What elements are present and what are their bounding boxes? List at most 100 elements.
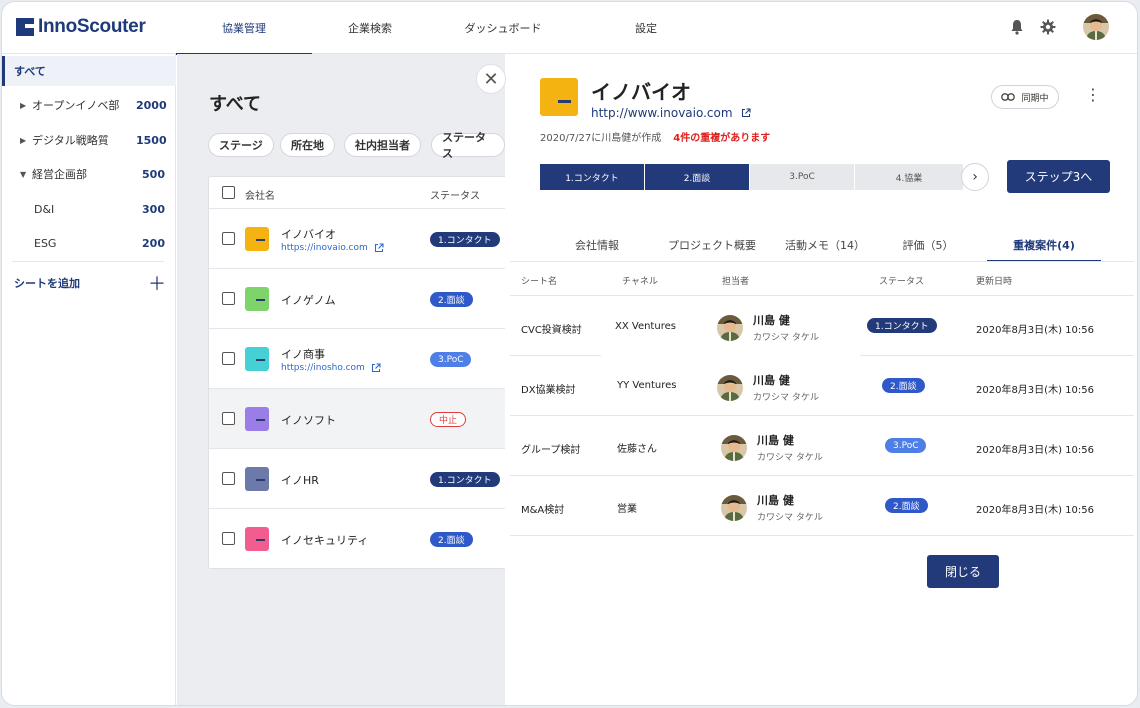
table-row[interactable]: イノセキュリティ 2.面談 — [209, 509, 507, 568]
select-all-checkbox[interactable] — [222, 186, 235, 199]
company-name[interactable]: イノバイオ — [281, 226, 336, 242]
owner: 川島 健カワシマ タケル — [721, 432, 823, 463]
duplicate-warning[interactable]: 4件の重複があります — [673, 129, 770, 144]
company-url[interactable]: https://inovaio.com — [281, 243, 368, 253]
table-row[interactable]: イノバイオ https://inovaio.com 1.コンタクト — [209, 209, 507, 269]
row-checkbox[interactable] — [222, 232, 235, 245]
step-collaboration[interactable]: 4.協業 — [855, 164, 963, 190]
caret-right-icon[interactable]: ▶ — [20, 136, 32, 145]
channel: 営業 — [617, 504, 637, 515]
row-checkbox[interactable] — [222, 352, 235, 365]
tab-duplicates[interactable]: 重複案件(4) — [987, 228, 1101, 262]
nav-tab-company-search[interactable]: 企業検索 — [312, 2, 428, 54]
company-website-link[interactable]: http://www.inovaio.com — [591, 106, 751, 120]
link-icon — [1001, 93, 1016, 101]
table-row[interactable]: イノゲノム 2.面談 — [209, 269, 507, 329]
company-url-link[interactable]: https://inosho.com — [281, 363, 381, 373]
step-contact[interactable]: 1.コンタクト — [540, 164, 644, 190]
company-detail-panel: イノバイオ http://www.inovaio.com 2020/7/27に川… — [505, 54, 1137, 705]
add-sheet-label: シートを追加 — [14, 277, 80, 290]
avatar — [721, 495, 747, 521]
company-name[interactable]: イノソフト — [281, 412, 336, 428]
updated-at: 2020年8月3日(木) 10:56 — [976, 445, 1094, 456]
nav-tab-dashboard[interactable]: ダッシュボード — [428, 2, 578, 54]
filter-owner[interactable]: 社内担当者 — [344, 133, 421, 157]
step-poc[interactable]: 3.PoC — [750, 164, 854, 190]
step-meeting[interactable]: 2.面談 — [645, 164, 749, 190]
app-logo[interactable]: InnoScouter — [16, 16, 146, 38]
tab-divider — [510, 261, 1134, 262]
owner: 川島 健カワシマ タケル — [717, 312, 819, 343]
company-url-link[interactable]: https://inovaio.com — [281, 243, 384, 253]
table-row[interactable]: DX協業検討 YY Ventures 川島 健カワシマ タケル 2.面談 202… — [510, 356, 1134, 416]
table-row[interactable]: M&A検討 営業 川島 健カワシマ タケル 2.面談 2020年8月3日(木) … — [510, 476, 1134, 536]
gear-icon[interactable] — [1037, 16, 1059, 38]
sidebar-item-count: 200 — [142, 236, 165, 250]
add-sheet-button[interactable]: シートを追加 ＋ — [14, 270, 166, 296]
caret-down-icon[interactable]: ▼ — [20, 170, 32, 179]
stage-progress: 1.コンタクト 2.面談 3.PoC 4.協業 — [540, 164, 963, 190]
plus-icon[interactable]: ＋ — [148, 270, 166, 296]
sidebar-item-label: ESG — [34, 236, 57, 250]
external-link-icon — [741, 108, 751, 118]
nav-tab-settings[interactable]: 設定 — [578, 2, 714, 54]
tab-activity-notes[interactable]: 活動メモ（14） — [775, 228, 875, 262]
company-name[interactable]: イノ商事 — [281, 346, 325, 362]
company-title: イノバイオ — [591, 80, 691, 104]
table-row[interactable]: グループ検討 佐藤さん 川島 健カワシマ タケル 3.PoC 2020年8月3日… — [510, 416, 1134, 476]
chevron-right-icon[interactable]: › — [961, 163, 989, 191]
company-name[interactable]: イノセキュリティ — [281, 532, 368, 548]
table-row[interactable]: イノHR 1.コンタクト — [209, 449, 507, 509]
nav-tab-collaboration[interactable]: 協業管理 — [176, 2, 312, 55]
sheet-name: DX協業検討 — [521, 385, 576, 396]
close-button[interactable]: 閉じる — [927, 555, 999, 588]
table-row[interactable]: イノ商事 https://inosho.com 3.PoC — [209, 329, 507, 389]
tab-company-info[interactable]: 会社情報 — [547, 228, 647, 262]
company-table: 会社名 ステータス イノバイオ https://inovaio.com 1.コン… — [208, 176, 508, 569]
tab-project-overview[interactable]: プロジェクト概要 — [657, 228, 767, 262]
more-options-icon[interactable]: ⋮ — [1085, 87, 1101, 103]
owner-name: 川島 健 — [753, 314, 790, 327]
sidebar-item-label: D&I — [34, 202, 55, 216]
status-badge: 1.コンタクト — [430, 472, 500, 487]
sidebar-item-dni[interactable]: D&I 300 — [2, 194, 176, 224]
close-icon[interactable]: ✕ — [476, 64, 506, 94]
owner-kana: カワシマ タケル — [753, 393, 819, 403]
filter-stage[interactable]: ステージ — [208, 133, 274, 157]
row-checkbox[interactable] — [222, 292, 235, 305]
tab-evaluation[interactable]: 評価（5） — [883, 228, 973, 262]
row-checkbox[interactable] — [222, 412, 235, 425]
row-checkbox[interactable] — [222, 472, 235, 485]
status-badge: 1.コンタクト — [867, 318, 937, 333]
sidebar-item-open-innovation[interactable]: ▶ オープンイノベ部 2000 — [2, 90, 176, 120]
company-logo — [245, 527, 269, 551]
company-logo — [245, 287, 269, 311]
column-status: ステータス — [430, 191, 480, 202]
caret-right-icon[interactable]: ▶ — [20, 101, 32, 110]
sidebar-item-count: 2000 — [136, 98, 167, 112]
company-url[interactable]: https://inosho.com — [281, 363, 365, 373]
filter-status[interactable]: ステータス — [431, 131, 505, 160]
sheet-name: CVC投資検討 — [521, 325, 582, 336]
sync-label: 同期中 — [1021, 93, 1049, 104]
company-name[interactable]: イノゲノム — [281, 292, 336, 308]
company-name[interactable]: イノHR — [281, 472, 319, 488]
sidebar-item-digital-strategy[interactable]: ▶ デジタル戦略質 1500 — [2, 125, 176, 155]
company-website[interactable]: http://www.inovaio.com — [591, 106, 733, 120]
sidebar-item-label: 経営企画部 — [32, 168, 87, 181]
table-row[interactable]: CVC投資検討 XX Ventures 川島 健カワシマ タケル 1.コンタクト… — [510, 296, 1134, 356]
channel: 佐藤さん — [617, 444, 657, 455]
row-checkbox[interactable] — [222, 532, 235, 545]
sidebar-item-all[interactable]: すべて — [2, 56, 176, 86]
status-badge: 3.PoC — [430, 352, 472, 367]
column-sheet-name: シート名 — [521, 277, 558, 287]
filter-location[interactable]: 所在地 — [280, 133, 335, 157]
user-avatar[interactable] — [1083, 14, 1109, 40]
column-owner: 担当者 — [722, 277, 750, 287]
table-row[interactable]: イノソフト 中止 — [209, 389, 507, 449]
sidebar-item-esg[interactable]: ESG 200 — [2, 228, 176, 258]
sync-button[interactable]: 同期中 — [991, 85, 1059, 109]
bell-icon[interactable] — [1006, 16, 1028, 38]
go-to-step3-button[interactable]: ステップ3へ — [1007, 160, 1110, 193]
sidebar-item-corporate-planning[interactable]: ▼ 経営企画部 500 — [2, 159, 176, 189]
